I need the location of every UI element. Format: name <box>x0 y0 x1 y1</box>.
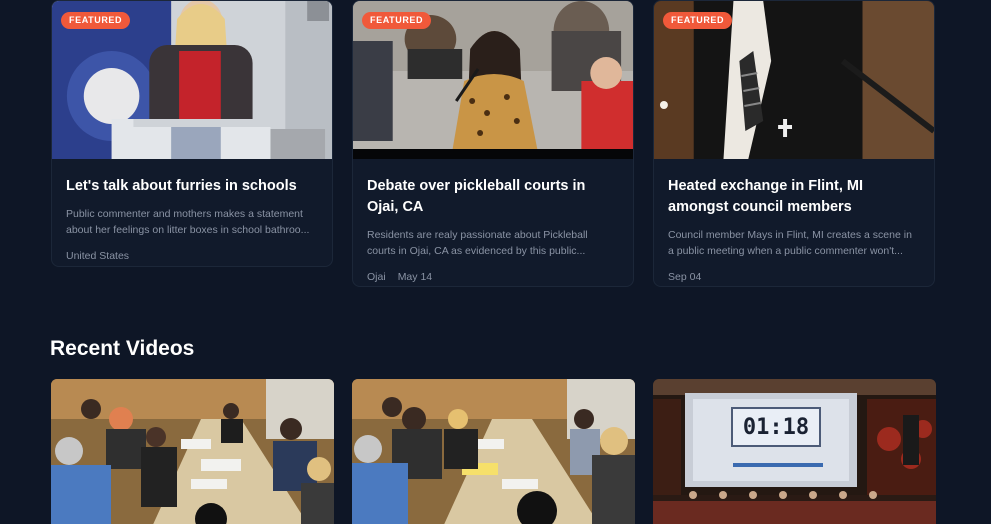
card-title[interactable]: Debate over pickleball courts in Ojai, C… <box>367 176 619 218</box>
card-date: May 14 <box>397 271 433 283</box>
card-date: Sep 04 <box>668 271 702 283</box>
featured-card-furries[interactable]: FEATURED Let's talk about furries in sch… <box>51 0 333 267</box>
recent-video-thumbnail[interactable] <box>51 379 334 524</box>
card-meta: Sep 04 <box>668 270 920 284</box>
card-description: Public commenter and mothers makes a sta… <box>66 208 310 236</box>
recent-video-thumbnail[interactable] <box>352 379 635 524</box>
card-description: Residents are realy passionate about Pic… <box>367 229 588 257</box>
thumbnail-image <box>352 379 635 524</box>
thumbnail-image <box>653 379 936 524</box>
featured-badge: FEATURED <box>61 12 131 29</box>
featured-card-pickleball[interactable]: FEATURED Debate over pickleball courts i… <box>352 0 634 287</box>
featured-card-flint[interactable]: FEATURED Heated exchange in Flint, MI am… <box>653 0 935 287</box>
countdown-timer: 01:18 <box>731 407 821 447</box>
card-location: Ojai <box>367 271 386 283</box>
video-thumbnail[interactable]: FEATURED <box>654 1 934 159</box>
video-thumbnail[interactable]: FEATURED <box>52 1 332 159</box>
recent-videos-heading: Recent Videos <box>50 337 195 360</box>
recent-video-thumbnail[interactable]: 01:18 <box>653 379 936 524</box>
featured-badge: FEATURED <box>362 12 432 29</box>
card-title[interactable]: Heated exchange in Flint, MI amongst cou… <box>668 176 920 218</box>
card-description: Council member Mays in Flint, MI creates… <box>668 229 912 257</box>
card-location: United States <box>66 250 130 262</box>
thumbnail-image <box>51 379 334 524</box>
card-title[interactable]: Let's talk about furries in schools <box>66 176 318 197</box>
card-meta: Ojai May 14 <box>367 270 619 284</box>
video-thumbnail[interactable]: FEATURED <box>353 1 633 159</box>
featured-badge: FEATURED <box>663 12 733 29</box>
card-meta: United States <box>66 249 318 263</box>
page: FEATURED Let's talk about furries in sch… <box>0 0 991 524</box>
